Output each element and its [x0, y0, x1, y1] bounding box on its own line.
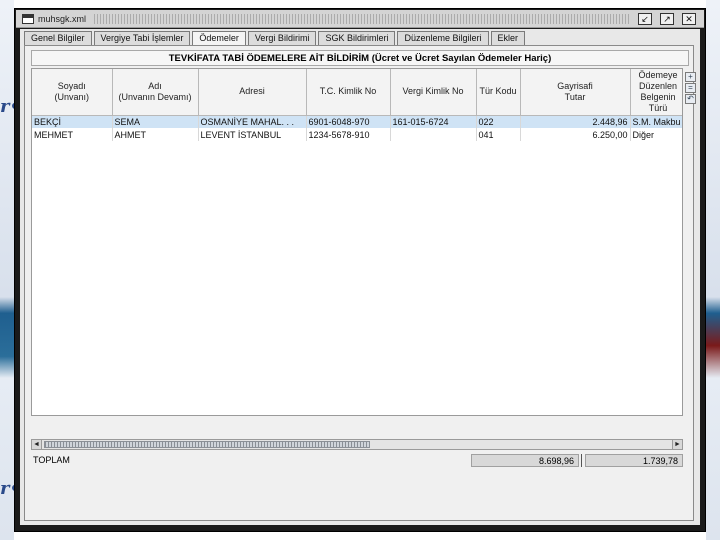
window-icon: [22, 13, 34, 24]
tab-arrangement-info[interactable]: Düzenleme Bilgileri: [397, 31, 489, 45]
column-header-tax-id[interactable]: Vergi Kimlik No: [390, 69, 477, 116]
background-right: [706, 0, 720, 540]
cell-type-code[interactable]: 041: [476, 128, 521, 141]
app-window: muhsgk.xml ↙ ↗ ✕ Genel Bilgiler Vergiye T…: [14, 8, 706, 532]
maximize-button[interactable]: ↗: [660, 12, 674, 25]
payments-panel: TEVKİFATA TABİ ÖDEMELERE AİT BİLDİRİM (Ü…: [24, 45, 697, 521]
table-row[interactable]: BEKÇİ SEMA OSMANİYE MAHAL. . . 6901-6048-97…: [32, 115, 682, 128]
title-bar-grip[interactable]: [94, 13, 630, 24]
column-header-name[interactable]: Adı (Unvanın Devamı): [112, 69, 199, 116]
total-tax-amount: 1.739,78: [585, 454, 683, 467]
undo-icon[interactable]: ↶: [685, 94, 696, 104]
total-gross-amount: 8.698,96: [471, 454, 579, 467]
tab-payments[interactable]: Ödemeler: [192, 31, 246, 46]
cell-tc-id[interactable]: 6901-6048-970: [306, 115, 391, 128]
column-header-gross-amount[interactable]: Gayrisafi Tutar: [520, 69, 631, 116]
column-header-document-type[interactable]: Ödemeye Düzenlen Belgenin Türü: [630, 69, 682, 116]
cell-tax-id[interactable]: 161-015-6724: [390, 115, 477, 128]
column-header-surname[interactable]: Soyadı (Unvanı): [32, 69, 113, 116]
cell-name[interactable]: SEMA: [112, 115, 199, 128]
scroll-thumb[interactable]: [44, 441, 370, 448]
totals-row: TOPLAM 8.698,96 1.739,78: [31, 454, 683, 468]
tab-attachments[interactable]: Ekler: [490, 31, 526, 45]
cell-document-type[interactable]: S.M. Makbu: [630, 115, 682, 128]
scroll-right-icon[interactable]: ►: [672, 440, 682, 449]
tab-sgk-returns[interactable]: SGK Bildirimleri: [318, 31, 396, 45]
table-header-row: Soyadı (Unvanı) Adı (Unvanın Devamı) Adresi T…: [32, 69, 682, 116]
cell-type-code[interactable]: 022: [476, 115, 521, 128]
title-bar[interactable]: muhsgk.xml ↙ ↗ ✕: [16, 10, 704, 28]
payments-table: Soyadı (Unvanı) Adı (Unvanın Devamı) Adresi T…: [31, 68, 683, 416]
cell-address[interactable]: OSMANİYE MAHAL. . .: [198, 115, 307, 128]
table-row[interactable]: MEHMET AHMET LEVENT İSTANBUL 1234-5678-910 0…: [32, 128, 682, 141]
totals-label: TOPLAM: [33, 455, 70, 465]
tab-tax-return[interactable]: Vergi Bildirimi: [247, 31, 317, 45]
window-title: muhsgk.xml: [38, 13, 87, 24]
column-header-address[interactable]: Adresi: [198, 69, 307, 116]
totals-divider: [581, 454, 582, 467]
close-button[interactable]: ✕: [682, 12, 696, 25]
cell-tax-id[interactable]: [390, 128, 477, 141]
tab-bar: Genel Bilgiler Vergiye Tabi İşlemler Ödeme…: [24, 31, 527, 46]
cell-address[interactable]: LEVENT İSTANBUL: [198, 128, 307, 141]
background-left: [0, 0, 14, 540]
column-header-tc-id[interactable]: T.C. Kimlik No: [306, 69, 391, 116]
cell-gross-amount[interactable]: 6.250,00: [520, 128, 631, 141]
tab-general-info[interactable]: Genel Bilgiler: [24, 31, 92, 45]
side-toolbar: + = ↶: [685, 72, 697, 105]
cell-name[interactable]: AHMET: [112, 128, 199, 141]
cell-gross-amount[interactable]: 2.448,96: [520, 115, 631, 128]
column-header-type-code[interactable]: Tür Kodu: [476, 69, 521, 116]
cell-surname[interactable]: MEHMET: [32, 128, 113, 141]
tab-taxable-transactions[interactable]: Vergiye Tabi İşlemler: [93, 31, 191, 45]
add-row-icon[interactable]: +: [685, 72, 696, 82]
list-icon[interactable]: =: [685, 83, 696, 93]
scroll-left-icon[interactable]: ◄: [32, 440, 42, 449]
cell-tc-id[interactable]: 1234-5678-910: [306, 128, 391, 141]
minimize-button[interactable]: ↙: [638, 12, 652, 25]
report-title: TEVKİFATA TABİ ÖDEMELERE AİT BİLDİRİM (Ü…: [31, 50, 689, 66]
horizontal-scrollbar[interactable]: ◄ ►: [31, 439, 683, 450]
window-client-area: Genel Bilgiler Vergiye Tabi İşlemler Ödeme…: [20, 29, 700, 525]
cell-document-type[interactable]: Diğer: [630, 128, 682, 141]
cell-surname[interactable]: BEKÇİ: [32, 115, 113, 128]
